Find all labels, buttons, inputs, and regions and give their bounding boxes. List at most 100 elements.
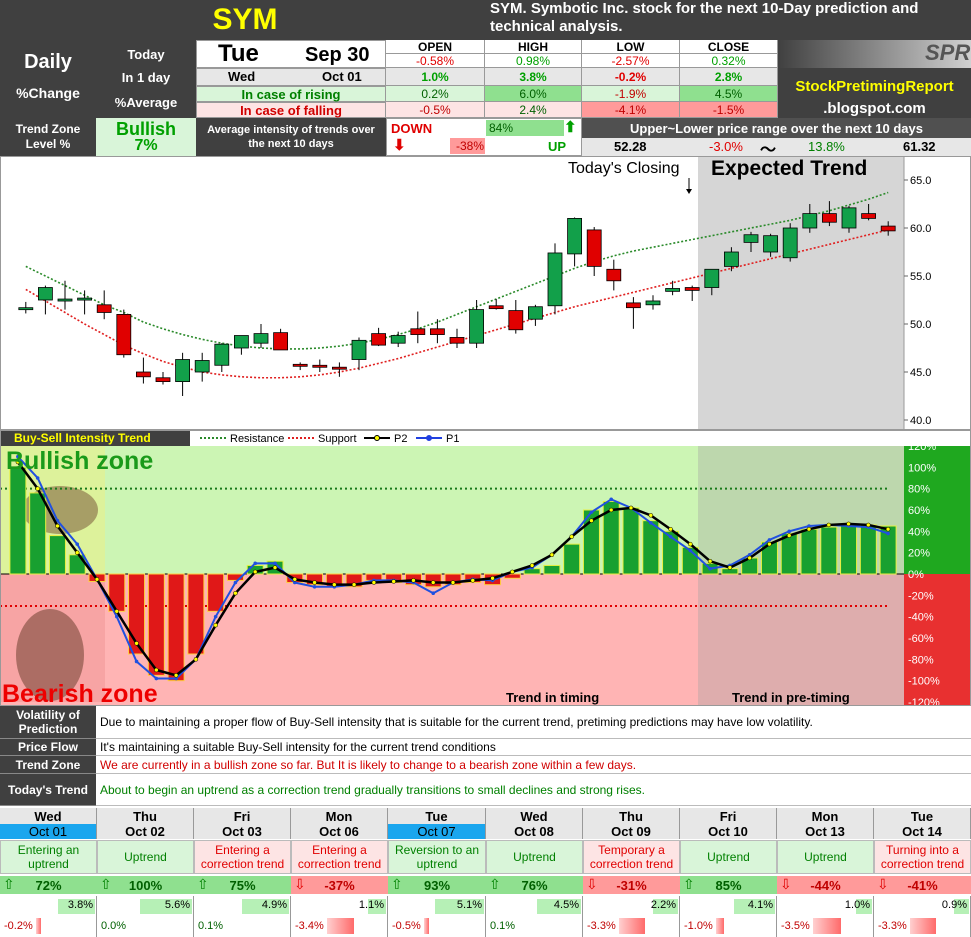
candle-body [782,227,798,259]
forecast-up: 4.5% [553,899,579,911]
intensity-bar [29,492,47,575]
legend-marker [374,435,380,441]
forecast-down: 0.1% [198,920,224,932]
forecast-dow: Tue [874,808,971,824]
forecast-up: 1.0% [844,899,870,911]
intensity-tick-label: -100% [908,676,940,688]
info-label-2: Trend Zone [0,756,96,774]
pretiming-region [698,446,904,706]
spr-logo: SPR [925,40,971,65]
candle-body [449,337,465,344]
candle-body [273,332,289,351]
down-label: DOWN [391,121,433,136]
down-arrow-icon: ⇩ [586,876,598,892]
summary-cols-2: LOW [582,40,680,54]
p2-point [233,590,238,596]
info-text-3: About to begin an uptrend as a correctio… [96,774,971,806]
forecast-pct: 75% [229,877,256,893]
summary-falling-vals-3: -1.5% [680,102,778,118]
p2-point [94,577,100,582]
p2-point [470,578,476,583]
p2-point [450,580,456,585]
forecast-desc: Reversion to an uptrend [388,840,486,874]
candle-body [724,251,739,267]
forecast-down: -3.4% [295,920,324,932]
candle-body [312,364,328,368]
forecast-date: Oct 14 [874,824,971,839]
candle-body [684,287,700,291]
intensity-bar [800,528,818,575]
candle-body [861,213,876,219]
candle-body [214,343,230,366]
forecast-up: 4.1% [747,899,773,911]
forecast-date: Oct 07 [388,824,486,839]
p1-point [688,548,693,553]
p2-point [885,526,891,532]
intensity-bar [859,524,877,575]
forecast-desc: Uptrend [486,840,583,874]
p2-point [747,555,752,561]
p2-point [35,486,40,491]
price-tick-label: 65.0 [910,175,931,187]
p2-point [648,513,654,518]
candle-body [57,298,73,302]
p2-point [351,582,357,587]
intensity-bar [840,525,858,575]
up-value: 84% [489,121,514,135]
candle-body [233,335,249,349]
forecast-up: 5.1% [456,899,482,911]
candle-body [77,297,92,301]
up-arrow-icon: ⇧ [391,876,403,892]
p1-point [253,561,258,566]
forecast-dow: Wed [486,808,583,824]
p2-point [430,580,436,585]
intensity-label: Average intensity of trends over the nex… [196,118,386,156]
summary-rising-vals-2: -1.9% [582,86,680,102]
summary-cols-3: CLOSE [680,40,778,54]
summary-today-vals-2: -2.57% [582,54,680,68]
candle-body [528,306,543,320]
forecast-dow: Mon [291,808,388,824]
intensity-tick-label: -20% [908,590,934,602]
trend-in-timing-caption: Trend in timing [506,690,599,705]
range-low-price: 52.28 [614,139,647,154]
summary-rising-vals-1: 6.0% [485,86,582,102]
info-text-1: It's maintaining a suitable Buy-Sell int… [96,739,971,756]
bearish-zone-label: Bearish zone [2,680,158,706]
summary-cols-1: HIGH [485,40,582,54]
price-axis-bg [904,156,971,430]
p2-point [55,523,60,529]
intensity-title: Buy-Sell Intensity Trend [14,431,151,445]
p2-point [727,565,733,570]
candle-body [626,302,641,309]
forecast-date: Oct 02 [97,824,194,839]
forecast-dow: Fri [680,808,777,824]
trend-in-pretiming-caption: Trend in pre-timing [732,690,850,705]
p2-point [608,507,614,513]
forecast-desc: Uptrend [97,840,194,874]
legend-label: P2 [394,433,407,445]
forecast-down: 0.0% [101,920,127,932]
p2-point [272,565,278,570]
next-dow: Wed [228,69,256,84]
candle-body [547,252,563,307]
blog-domain: .blogspot.com [823,99,926,117]
forecast-down-bar [619,918,645,934]
candle-body [841,207,857,229]
candle-body [155,377,171,382]
up-arrow-icon: ⇧ [489,876,501,892]
summary-falling-vals-1: 2.4% [485,102,582,118]
legend-label: Resistance [230,433,284,445]
ticker-symbol: SYM [212,3,278,36]
candle-body [96,304,112,313]
intensity-bar [48,535,66,575]
candle-body [586,229,602,267]
p2-point [134,641,139,646]
forecast-up: 4.9% [261,899,287,911]
p1-point [431,591,436,595]
intensity-bar [642,520,660,575]
forecast-pct: -37% [324,877,355,893]
forecast-date: Oct 13 [777,824,874,839]
forecast-up: 5.6% [164,899,190,911]
info-label-1: Price Flow [0,739,96,756]
